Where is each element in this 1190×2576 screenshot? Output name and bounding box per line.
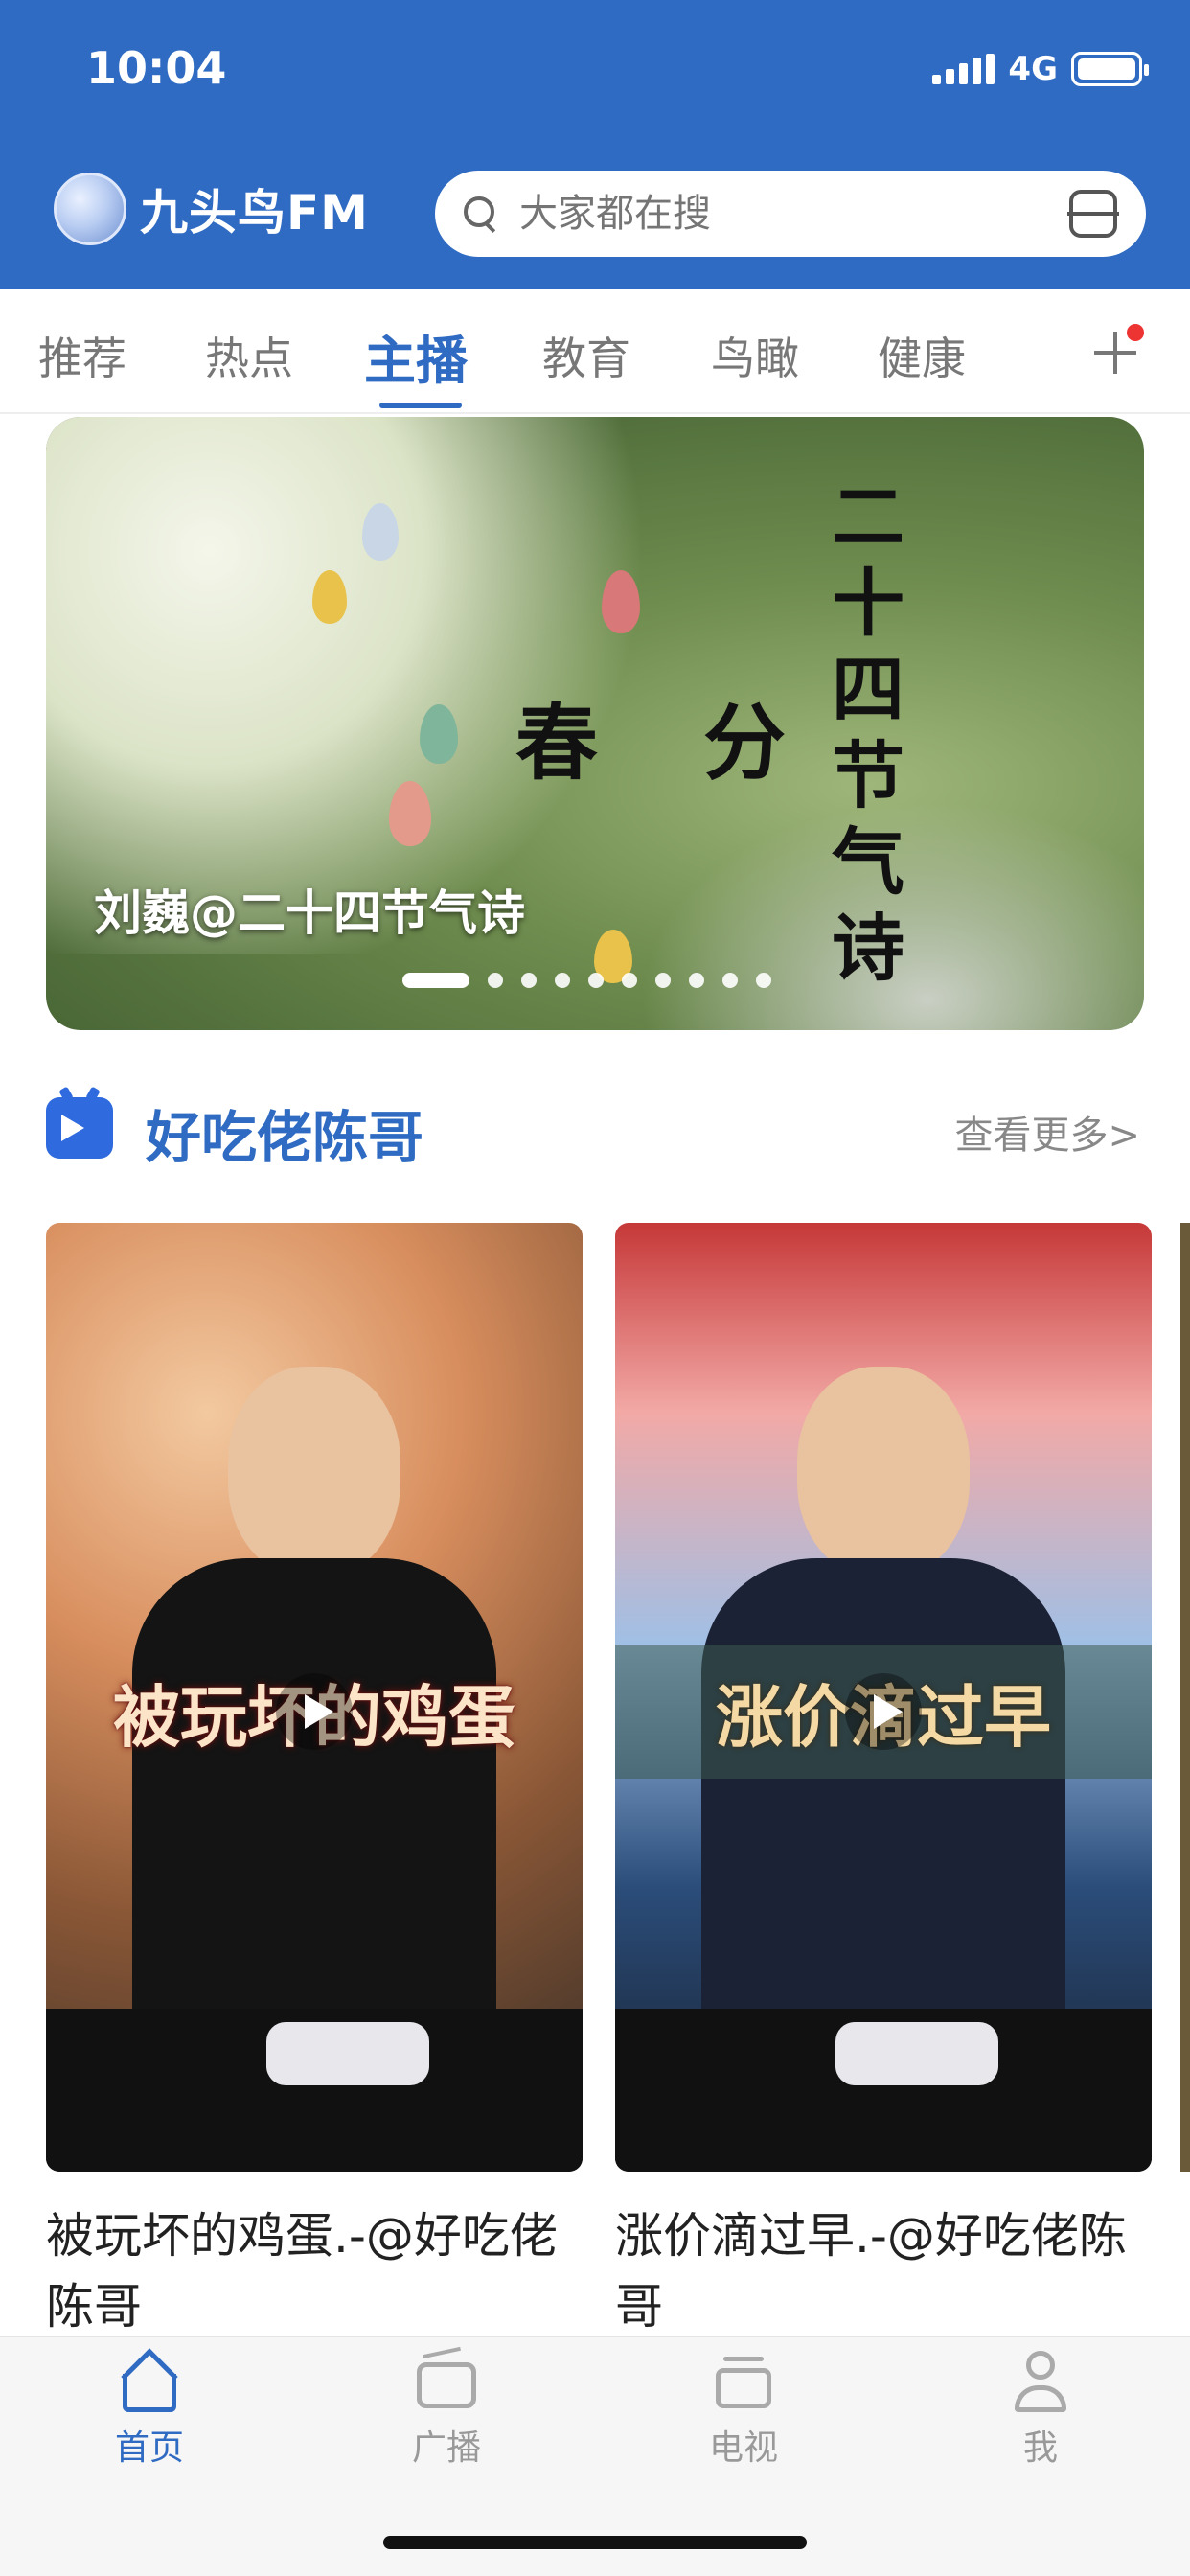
home-icon xyxy=(116,2348,183,2416)
carousel-dot[interactable] xyxy=(588,973,604,988)
carousel-dot[interactable] xyxy=(402,973,469,988)
network-type: 4G xyxy=(1008,50,1058,88)
play-button-icon[interactable] xyxy=(845,1673,922,1750)
tab-health[interactable]: 健康 xyxy=(878,324,966,387)
tab-overview[interactable]: 鸟瞰 xyxy=(711,324,799,387)
video-thumbnail[interactable]: 被玩坏的鸡蛋 xyxy=(46,1223,583,2172)
logo-bird-icon xyxy=(54,172,126,245)
banner-title: 春 分 xyxy=(515,695,824,792)
hero-banner[interactable]: 春 分 二十四节气诗 刘巍@二十四节气诗 xyxy=(46,417,1144,1030)
scan-icon[interactable] xyxy=(1067,190,1119,238)
carousel-dot[interactable] xyxy=(655,973,671,988)
nav-radio[interactable]: 广播 xyxy=(351,2346,542,2470)
carousel-dot[interactable] xyxy=(521,973,537,988)
app-header: 10:04 4G 九头鸟FM xyxy=(0,0,1190,289)
nav-home[interactable]: 首页 xyxy=(54,2348,245,2470)
search-input[interactable] xyxy=(519,192,1069,236)
nav-tv[interactable]: 电视 xyxy=(648,2349,839,2470)
see-more-link[interactable]: 查看更多> xyxy=(954,1104,1140,1160)
nav-label: 电视 xyxy=(708,2428,778,2468)
carousel-dot[interactable] xyxy=(756,973,771,988)
search-icon xyxy=(464,196,498,231)
video-card[interactable]: 涨价滴过早 涨价滴过早.-@好吃佬陈哥 xyxy=(615,1223,1152,2334)
channel-tabs: 推荐 热点 主播 教育 鸟瞰 健康 xyxy=(0,289,1190,414)
carousel-dot[interactable] xyxy=(555,973,570,988)
tab-anchor[interactable]: 主播 xyxy=(364,318,468,394)
carousel-dot[interactable] xyxy=(622,973,637,988)
video-card[interactable]: 被玩坏的鸡蛋 被玩坏的鸡蛋.-@好吃佬陈哥 xyxy=(46,1223,583,2334)
tab-education[interactable]: 教育 xyxy=(542,324,630,387)
play-button-icon[interactable] xyxy=(276,1673,353,1750)
status-time: 10:04 xyxy=(86,42,227,94)
video-title[interactable]: 涨价滴过早.-@好吃佬陈哥 xyxy=(615,2200,1152,2334)
bowl-image xyxy=(266,2022,429,2085)
banner-vertical-text: 二十四节气诗 xyxy=(832,474,904,991)
play-icon xyxy=(61,1115,84,1141)
tab-hot[interactable]: 热点 xyxy=(205,324,293,387)
banner-caption: 刘巍@二十四节气诗 xyxy=(94,886,525,941)
video-title[interactable]: 被玩坏的鸡蛋.-@好吃佬陈哥 xyxy=(46,2200,583,2334)
tab-recommend[interactable]: 推荐 xyxy=(38,324,126,387)
signal-icon xyxy=(932,54,995,84)
tv-icon xyxy=(710,2349,777,2416)
status-indicators: 4G xyxy=(932,50,1149,88)
carousel-dot[interactable] xyxy=(689,973,704,988)
notification-dot xyxy=(1127,324,1144,341)
nav-profile[interactable]: 我 xyxy=(945,2349,1136,2470)
carousel-dot[interactable] xyxy=(488,973,503,988)
nav-label: 首页 xyxy=(114,2428,184,2468)
search-bar[interactable] xyxy=(435,171,1146,257)
active-tab-indicator xyxy=(379,402,462,408)
next-card-peek[interactable] xyxy=(1180,1223,1190,2172)
home-indicator xyxy=(383,2536,807,2549)
radio-icon xyxy=(413,2346,480,2416)
battery-icon xyxy=(1071,52,1149,86)
profile-icon xyxy=(1007,2349,1074,2416)
section-title: 好吃佬陈哥 xyxy=(146,1105,424,1170)
nav-label: 广播 xyxy=(411,2428,481,2468)
video-thumbnail[interactable]: 涨价滴过早 xyxy=(615,1223,1152,2172)
bowl-image xyxy=(835,2022,998,2085)
carousel-dot[interactable] xyxy=(722,973,738,988)
app-name: 九头鸟FM xyxy=(140,185,369,241)
nav-label: 我 xyxy=(1022,2428,1058,2468)
app-logo: 九头鸟FM xyxy=(54,172,369,245)
carousel-dots[interactable] xyxy=(402,973,771,988)
